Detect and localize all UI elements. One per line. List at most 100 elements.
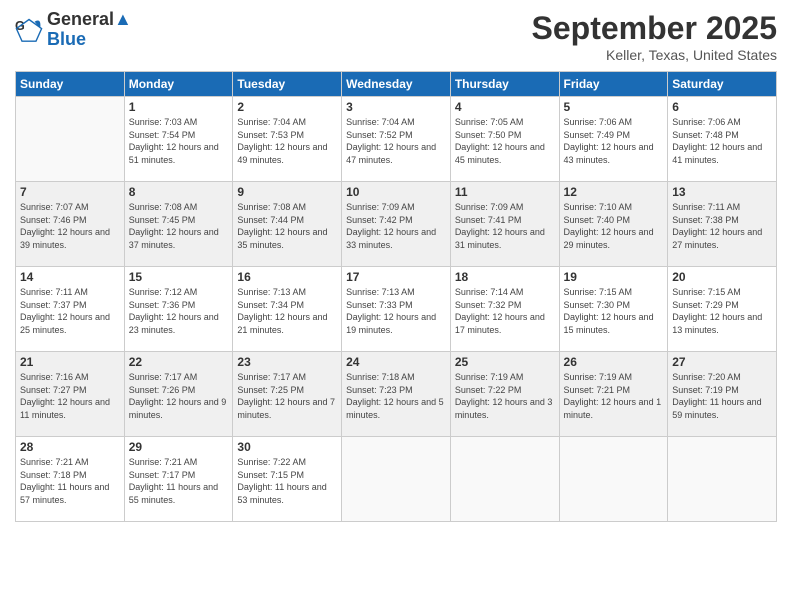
calendar-cell: 12Sunrise: 7:10 AMSunset: 7:40 PMDayligh… (559, 182, 668, 267)
calendar-cell: 2Sunrise: 7:04 AMSunset: 7:53 PMDaylight… (233, 97, 342, 182)
day-info: Sunrise: 7:17 AMSunset: 7:25 PMDaylight:… (237, 371, 337, 421)
day-number: 3 (346, 100, 446, 114)
day-number: 26 (564, 355, 664, 369)
day-number: 7 (20, 185, 120, 199)
day-info: Sunrise: 7:20 AMSunset: 7:19 PMDaylight:… (672, 371, 772, 421)
logo-text: General▲ Blue (47, 10, 132, 50)
day-number: 28 (20, 440, 120, 454)
day-info: Sunrise: 7:03 AMSunset: 7:54 PMDaylight:… (129, 116, 229, 166)
page: G General▲ Blue September 2025 Keller, T… (0, 0, 792, 612)
day-info: Sunrise: 7:16 AMSunset: 7:27 PMDaylight:… (20, 371, 120, 421)
calendar-cell: 7 Sunrise: 7:07 AMSunset: 7:46 PMDaylight… (16, 182, 125, 267)
calendar-cell (668, 437, 777, 522)
calendar-cell: 8 Sunrise: 7:08 AMSunset: 7:45 PMDaylight… (124, 182, 233, 267)
day-number: 22 (129, 355, 229, 369)
day-number: 10 (346, 185, 446, 199)
calendar-cell: 19 Sunrise: 7:15 AMSunset: 7:30 PMDayligh… (559, 267, 668, 352)
weekday-header-tuesday: Tuesday (233, 72, 342, 97)
calendar-cell: 11Sunrise: 7:09 AMSunset: 7:41 PMDayligh… (450, 182, 559, 267)
day-info: Sunrise: 7:08 AMSunset: 7:45 PMDaylight:… (129, 201, 229, 251)
calendar-cell: 22 Sunrise: 7:17 AMSunset: 7:26 PMDayligh… (124, 352, 233, 437)
day-number: 8 (129, 185, 229, 199)
day-number: 5 (564, 100, 664, 114)
weekday-header-friday: Friday (559, 72, 668, 97)
day-info: Sunrise: 7:13 AMSunset: 7:33 PMDaylight:… (346, 286, 446, 336)
calendar-cell: 20Sunrise: 7:15 AMSunset: 7:29 PMDayligh… (668, 267, 777, 352)
day-number: 14 (20, 270, 120, 284)
day-number: 20 (672, 270, 772, 284)
day-info: Sunrise: 7:06 AMSunset: 7:48 PMDaylight:… (672, 116, 772, 166)
day-info: Sunrise: 7:21 AMSunset: 7:17 PMDaylight:… (129, 456, 229, 506)
calendar-week-3: 21Sunrise: 7:16 AMSunset: 7:27 PMDayligh… (16, 352, 777, 437)
calendar-table: SundayMondayTuesdayWednesdayThursdayFrid… (15, 71, 777, 522)
calendar-cell (16, 97, 125, 182)
calendar-cell: 9 Sunrise: 7:08 AMSunset: 7:44 PMDaylight… (233, 182, 342, 267)
day-info: Sunrise: 7:09 AMSunset: 7:42 PMDaylight:… (346, 201, 446, 251)
calendar-cell: 27 Sunrise: 7:20 AMSunset: 7:19 PMDayligh… (668, 352, 777, 437)
calendar-cell: 23 Sunrise: 7:17 AMSunset: 7:25 PMDayligh… (233, 352, 342, 437)
calendar-week-1: 7 Sunrise: 7:07 AMSunset: 7:46 PMDaylight… (16, 182, 777, 267)
day-number: 30 (237, 440, 337, 454)
calendar-week-0: 1 Sunrise: 7:03 AMSunset: 7:54 PMDaylight… (16, 97, 777, 182)
calendar-cell: 28 Sunrise: 7:21 AMSunset: 7:18 PMDayligh… (16, 437, 125, 522)
weekday-header-row: SundayMondayTuesdayWednesdayThursdayFrid… (16, 72, 777, 97)
calendar-cell (559, 437, 668, 522)
calendar-week-4: 28 Sunrise: 7:21 AMSunset: 7:18 PMDayligh… (16, 437, 777, 522)
day-number: 1 (129, 100, 229, 114)
day-info: Sunrise: 7:15 AMSunset: 7:30 PMDaylight:… (564, 286, 664, 336)
day-info: Sunrise: 7:11 AMSunset: 7:38 PMDaylight:… (672, 201, 772, 251)
day-info: Sunrise: 7:19 AMSunset: 7:21 PMDaylight:… (564, 371, 664, 421)
day-number: 4 (455, 100, 555, 114)
calendar-cell: 17 Sunrise: 7:13 AMSunset: 7:33 PMDayligh… (342, 267, 451, 352)
calendar-cell: 16 Sunrise: 7:13 AMSunset: 7:34 PMDayligh… (233, 267, 342, 352)
day-number: 18 (455, 270, 555, 284)
day-info: Sunrise: 7:07 AMSunset: 7:46 PMDaylight:… (20, 201, 120, 251)
day-info: Sunrise: 7:22 AMSunset: 7:15 PMDaylight:… (237, 456, 337, 506)
calendar-cell: 5 Sunrise: 7:06 AMSunset: 7:49 PMDaylight… (559, 97, 668, 182)
calendar-cell: 15 Sunrise: 7:12 AMSunset: 7:36 PMDayligh… (124, 267, 233, 352)
day-number: 11 (455, 185, 555, 199)
calendar-cell: 13 Sunrise: 7:11 AMSunset: 7:38 PMDayligh… (668, 182, 777, 267)
day-info: Sunrise: 7:11 AMSunset: 7:37 PMDaylight:… (20, 286, 120, 336)
day-info: Sunrise: 7:08 AMSunset: 7:44 PMDaylight:… (237, 201, 337, 251)
day-info: Sunrise: 7:17 AMSunset: 7:26 PMDaylight:… (129, 371, 229, 421)
day-number: 16 (237, 270, 337, 284)
day-info: Sunrise: 7:12 AMSunset: 7:36 PMDaylight:… (129, 286, 229, 336)
day-info: Sunrise: 7:21 AMSunset: 7:18 PMDaylight:… (20, 456, 120, 506)
day-number: 2 (237, 100, 337, 114)
logo-icon: G (15, 16, 43, 44)
calendar-cell: 1 Sunrise: 7:03 AMSunset: 7:54 PMDaylight… (124, 97, 233, 182)
day-number: 25 (455, 355, 555, 369)
weekday-header-thursday: Thursday (450, 72, 559, 97)
calendar-cell: 21Sunrise: 7:16 AMSunset: 7:27 PMDayligh… (16, 352, 125, 437)
weekday-header-monday: Monday (124, 72, 233, 97)
location: Keller, Texas, United States (532, 47, 777, 63)
day-number: 12 (564, 185, 664, 199)
header: G General▲ Blue September 2025 Keller, T… (15, 10, 777, 63)
day-number: 19 (564, 270, 664, 284)
calendar-cell: 24Sunrise: 7:18 AMSunset: 7:23 PMDayligh… (342, 352, 451, 437)
day-number: 29 (129, 440, 229, 454)
day-number: 15 (129, 270, 229, 284)
day-number: 9 (237, 185, 337, 199)
day-info: Sunrise: 7:13 AMSunset: 7:34 PMDaylight:… (237, 286, 337, 336)
month-title: September 2025 (532, 10, 777, 47)
day-info: Sunrise: 7:19 AMSunset: 7:22 PMDaylight:… (455, 371, 555, 421)
logo: G General▲ Blue (15, 10, 132, 50)
calendar-cell: 26 Sunrise: 7:19 AMSunset: 7:21 PMDayligh… (559, 352, 668, 437)
calendar-cell: 18 Sunrise: 7:14 AMSunset: 7:32 PMDayligh… (450, 267, 559, 352)
calendar-cell (450, 437, 559, 522)
day-number: 23 (237, 355, 337, 369)
calendar-cell: 14 Sunrise: 7:11 AMSunset: 7:37 PMDayligh… (16, 267, 125, 352)
day-number: 13 (672, 185, 772, 199)
calendar-cell: 3 Sunrise: 7:04 AMSunset: 7:52 PMDaylight… (342, 97, 451, 182)
day-info: Sunrise: 7:18 AMSunset: 7:23 PMDaylight:… (346, 371, 446, 421)
day-number: 27 (672, 355, 772, 369)
calendar-cell: 25 Sunrise: 7:19 AMSunset: 7:22 PMDayligh… (450, 352, 559, 437)
day-info: Sunrise: 7:04 AMSunset: 7:52 PMDaylight:… (346, 116, 446, 166)
day-info: Sunrise: 7:06 AMSunset: 7:49 PMDaylight:… (564, 116, 664, 166)
day-info: Sunrise: 7:14 AMSunset: 7:32 PMDaylight:… (455, 286, 555, 336)
day-number: 17 (346, 270, 446, 284)
weekday-header-sunday: Sunday (16, 72, 125, 97)
day-number: 6 (672, 100, 772, 114)
